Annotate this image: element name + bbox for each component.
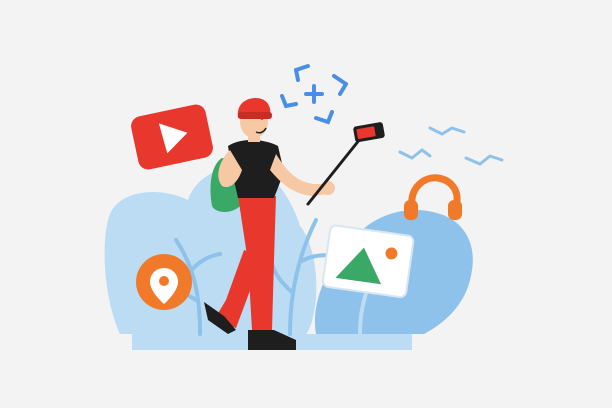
smartphone [353,122,385,143]
travel-vlog-illustration [104,64,504,350]
bird-2 [428,126,466,136]
play-button-icon [131,104,213,170]
camera-focus-icon [280,64,348,125]
birds-group [398,126,504,166]
illustration-canvas [0,0,612,408]
bird-3 [464,154,504,166]
image-card-icon [321,224,415,299]
bird-1 [398,148,432,160]
location-pin-icon [136,254,192,310]
selfie-stick [306,132,366,206]
